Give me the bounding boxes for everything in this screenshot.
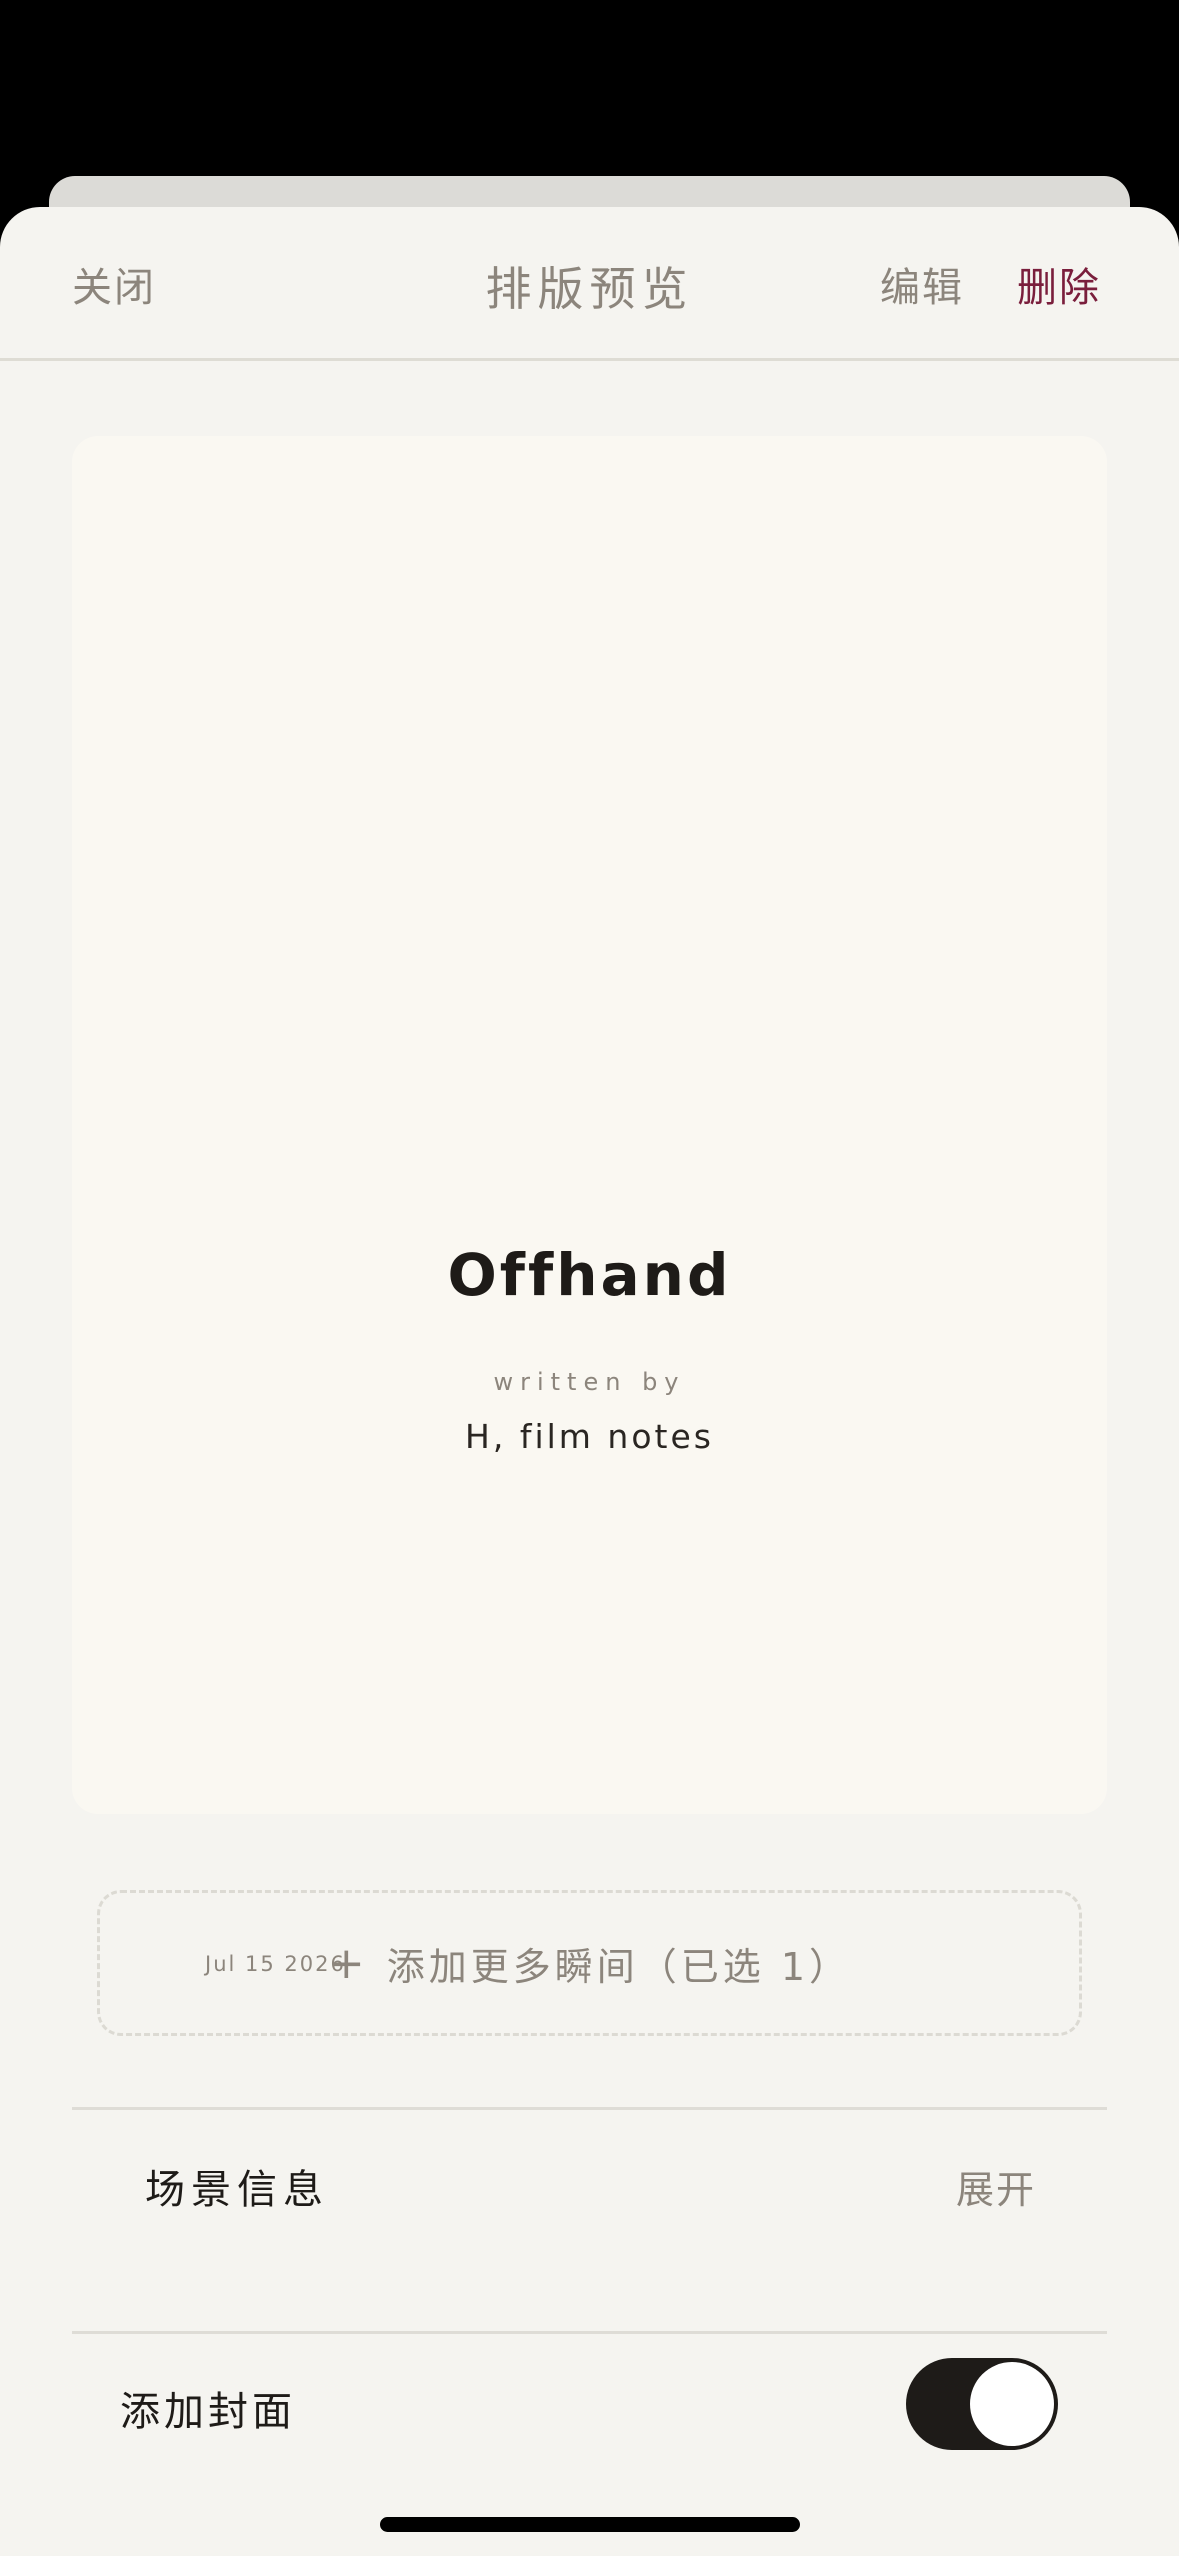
add-cover-label: 添加封面 (120, 2389, 296, 2435)
toggle-knob (970, 2362, 1054, 2446)
add-moments-button[interactable]: + 添加更多瞬间（已选 1） (97, 1890, 1082, 2036)
nav-bar: 关闭 排版预览 编辑 删除 (0, 207, 1179, 361)
preview-title: Offhand (447, 1241, 732, 1309)
page-title: 排版预览 (485, 262, 694, 316)
preview-card[interactable]: Offhand written by H, film notes Jul 15 … (72, 436, 1107, 1976)
home-indicator (380, 2517, 800, 2532)
scene-info-label: 场景信息 (145, 2167, 329, 2213)
divider (72, 2107, 1107, 2110)
edit-button[interactable]: 编辑 (880, 255, 964, 313)
plus-icon: + (327, 1937, 369, 1989)
scene-info-expand-button[interactable]: 展开 (956, 2159, 1036, 2214)
add-moments-label: 添加更多瞬间（已选 1） (386, 1944, 852, 1989)
divider (72, 2331, 1107, 2334)
add-cover-toggle[interactable] (906, 2358, 1058, 2450)
delete-button[interactable]: 删除 (1017, 255, 1101, 313)
author-name: H, film notes (465, 1417, 714, 1456)
layout-preview-sheet: 关闭 排版预览 编辑 删除 Offhand written by H, film… (0, 207, 1179, 2556)
written-by-label: written by (493, 1368, 686, 1396)
